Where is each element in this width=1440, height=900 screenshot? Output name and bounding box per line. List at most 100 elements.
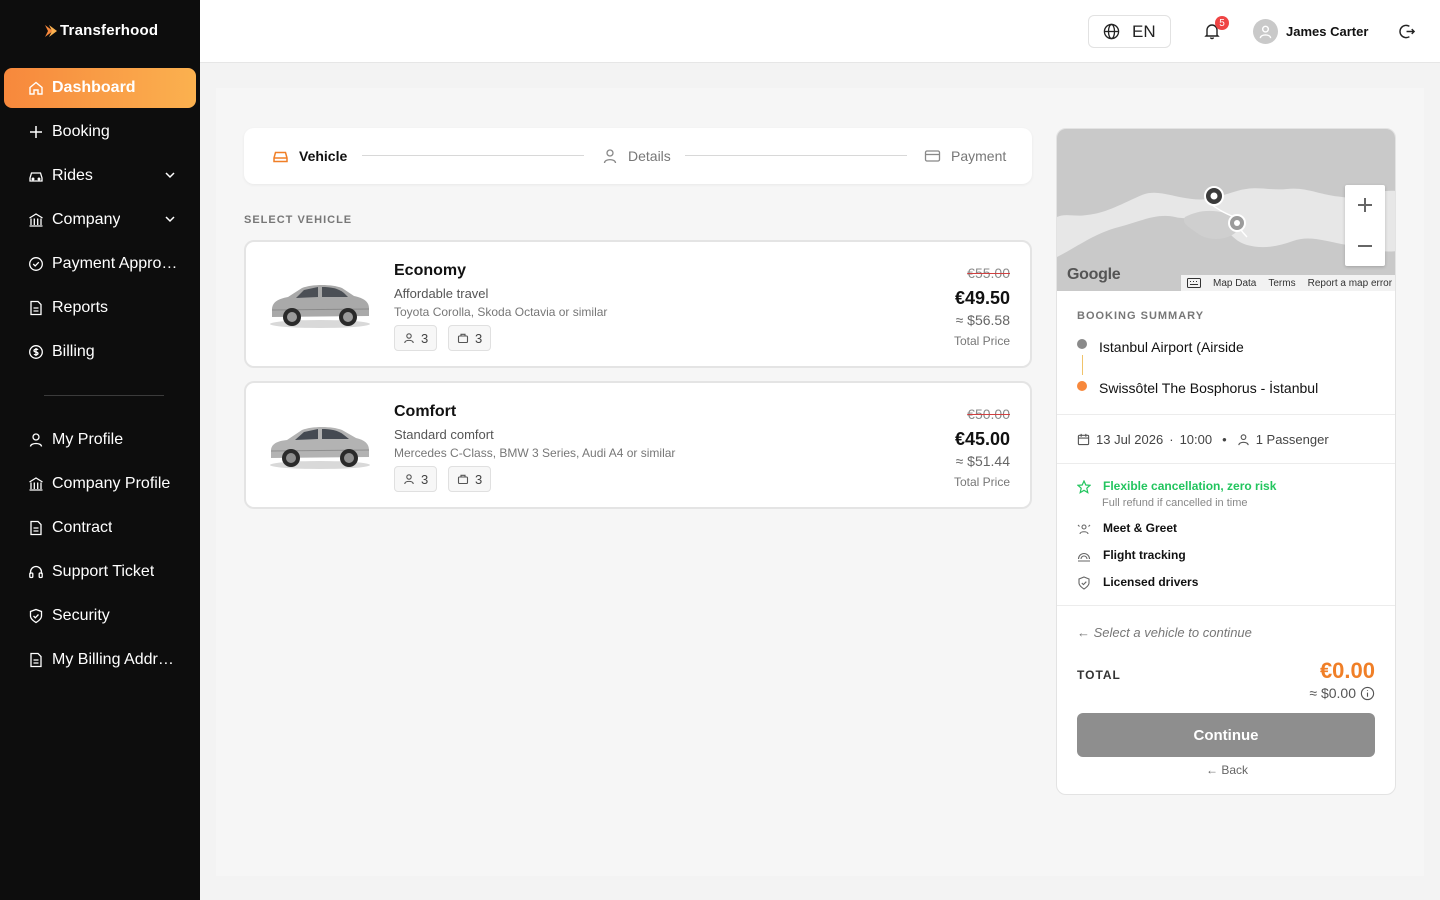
summary-divider	[1057, 605, 1395, 606]
dropoff-location: Swissôtel The Bosphorus - İstanbul	[1099, 380, 1319, 396]
building-icon	[28, 476, 44, 492]
total-usd: ≈ $0.00	[1309, 685, 1356, 701]
plus-icon	[1358, 198, 1372, 212]
document-icon	[28, 300, 44, 316]
step-connector	[685, 155, 907, 156]
sidebar-item-label: My Billing Address	[52, 651, 180, 668]
sidebar-item-contract[interactable]: Contract	[4, 508, 196, 548]
zoom-out-button[interactable]	[1345, 226, 1385, 266]
route-map[interactable]: Google Map Data Terms Report a map error	[1057, 129, 1395, 291]
sidebar-item-label: Rides	[52, 167, 93, 184]
passenger-count: 3	[421, 330, 429, 346]
sidebar-item-label: My Profile	[52, 431, 124, 448]
select-vehicle-hint: ← Select a vehicle to continue	[1077, 625, 1252, 640]
price-label: Total Price	[953, 334, 1010, 348]
luggage-count: 3	[475, 471, 483, 487]
sidebar-item-company[interactable]: Company	[4, 200, 196, 240]
step-label: Vehicle	[299, 148, 348, 164]
vehicle-models: Mercedes C-Class, BMW 3 Series, Audi A4 …	[394, 446, 676, 460]
card-icon	[924, 150, 941, 162]
sidebar-item-reports[interactable]: Reports	[4, 288, 196, 328]
original-price: €50.00	[967, 406, 1010, 422]
feature-title: Flexible cancellation, zero risk	[1103, 479, 1277, 493]
sidebar-item-my-billing-address[interactable]: My Billing Address	[4, 640, 196, 680]
vehicle-card-economy[interactable]: Economy Affordable travel Toyota Corolla…	[244, 240, 1032, 368]
user-name[interactable]: James Carter	[1286, 24, 1368, 39]
calendar-icon	[1077, 433, 1090, 446]
continue-button[interactable]: Continue	[1077, 713, 1375, 757]
discounted-price: €45.00	[954, 429, 1010, 449]
logo-arrow-icon	[45, 24, 57, 37]
origin-marker-icon	[1204, 186, 1224, 206]
sidebar-item-label: Reports	[52, 299, 109, 316]
map-zoom-control	[1345, 185, 1385, 266]
map-footer: Map Data Terms Report a map error	[1181, 275, 1395, 291]
sidebar-item-my-profile[interactable]: My Profile	[4, 420, 196, 460]
luggage-capacity-chip: 3	[448, 325, 492, 351]
info-icon[interactable]	[1360, 686, 1375, 701]
total-usd-row: ≈ $0.00	[1309, 685, 1375, 701]
zoom-in-button[interactable]	[1345, 185, 1385, 225]
vehicle-subtitle: Affordable travel	[394, 286, 489, 301]
map-terms-link[interactable]: Terms	[1268, 278, 1295, 289]
luggage-icon	[457, 474, 469, 485]
original-price: €55.00	[967, 265, 1010, 281]
car-icon	[273, 151, 288, 163]
sidebar-item-dashboard[interactable]: Dashboard	[4, 68, 196, 108]
user-icon	[1237, 434, 1249, 446]
summary-divider	[1057, 414, 1395, 415]
map-data-link[interactable]: Map Data	[1213, 278, 1256, 289]
check-circle-icon	[28, 256, 44, 272]
shield-icon	[28, 608, 44, 624]
user-icon	[1259, 25, 1272, 39]
vehicle-card-comfort[interactable]: Comfort Standard comfort Mercedes C-Clas…	[244, 381, 1032, 509]
sidebar-item-payment-approvals[interactable]: Payment Approvals	[4, 244, 196, 284]
avatar[interactable]	[1253, 19, 1278, 44]
keyboard-icon[interactable]	[1187, 278, 1201, 288]
user-icon	[603, 149, 617, 164]
sidebar-item-security[interactable]: Security	[4, 596, 196, 636]
feature-flexible-cancellation: Flexible cancellation, zero risk	[1077, 479, 1276, 494]
meta-separator: •	[1222, 432, 1227, 447]
luggage-icon	[457, 333, 469, 344]
feature-flight-tracking: Flight tracking	[1077, 548, 1186, 563]
feature-title: Licensed drivers	[1103, 575, 1199, 589]
sidebar-item-label: Contract	[52, 519, 113, 536]
app-logo[interactable]: Transferhood	[44, 22, 158, 39]
meta-separator: ·	[1169, 432, 1174, 447]
sidebar-item-booking[interactable]: Booking	[4, 112, 196, 152]
vehicle-name: Economy	[394, 262, 467, 279]
building-icon	[28, 212, 44, 228]
step-payment[interactable]: Payment	[924, 148, 1006, 164]
section-title: SELECT VEHICLE	[244, 214, 353, 226]
sidebar-item-label: Support Ticket	[52, 563, 155, 580]
back-link[interactable]: ← Back	[1057, 763, 1395, 777]
luggage-count: 3	[475, 330, 483, 346]
trip-time: 10:00	[1179, 432, 1213, 447]
sidebar-divider	[44, 395, 164, 396]
vehicle-subtitle: Standard comfort	[394, 427, 494, 442]
user-icon	[404, 333, 414, 344]
destination-dot	[1077, 381, 1087, 391]
sidebar-item-company-profile[interactable]: Company Profile	[4, 464, 196, 504]
sidebar-item-label: Payment Approvals	[52, 255, 180, 272]
user-icon	[404, 474, 414, 485]
logout-icon[interactable]	[1399, 23, 1416, 40]
booking-stepper: Vehicle Details Payment	[244, 128, 1032, 184]
feature-meet-greet: Meet & Greet	[1077, 521, 1177, 536]
destination-marker-icon	[1228, 214, 1246, 232]
document-icon	[28, 652, 44, 668]
sidebar-item-billing[interactable]: Billing	[4, 332, 196, 372]
language-code: EN	[1132, 21, 1156, 41]
step-details[interactable]: Details	[602, 148, 671, 164]
car-image-comfort	[270, 427, 370, 469]
dollar-icon	[28, 344, 44, 360]
map-report-link[interactable]: Report a map error	[1308, 278, 1392, 289]
step-vehicle[interactable]: Vehicle	[272, 148, 347, 164]
passenger-summary: 1 Passenger	[1255, 432, 1329, 447]
vehicle-models: Toyota Corolla, Skoda Octavia or similar	[394, 305, 608, 319]
summary-divider	[1057, 463, 1395, 464]
language-selector[interactable]: EN	[1088, 15, 1171, 48]
sidebar-item-rides[interactable]: Rides	[4, 156, 196, 196]
sidebar-item-support-ticket[interactable]: Support Ticket	[4, 552, 196, 592]
